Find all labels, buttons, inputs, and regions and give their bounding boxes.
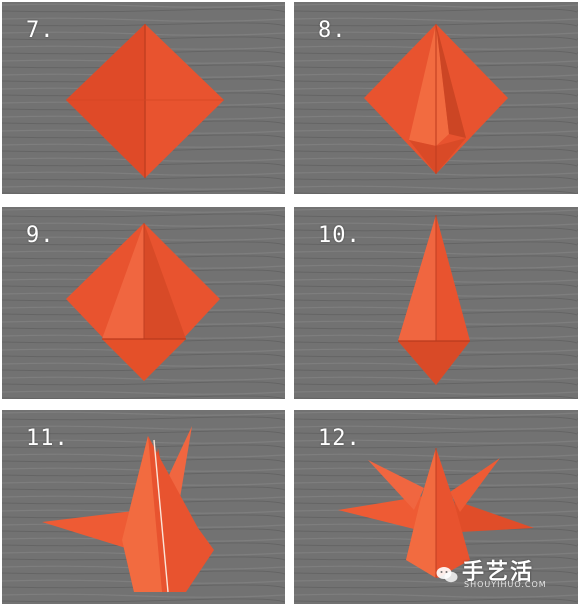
step-number: 10.	[318, 223, 361, 248]
watermark-subtitle: SHOUYIHUO.COM	[464, 580, 547, 589]
step-panel-7: 7.	[2, 2, 285, 194]
step-number: 12.	[318, 426, 361, 451]
step-panel-11: 11.	[2, 410, 285, 604]
step-number: 9.	[26, 223, 55, 248]
step-panel-9: 9.	[2, 207, 285, 399]
site-watermark: 手艺活 SHOUYIHUO.COM	[436, 554, 572, 600]
wechat-logo-icon	[436, 567, 458, 583]
origami-step-grid: 7. 8. 9. 10. 11. 12. 手艺活 SHOUYIHUO.COM	[0, 0, 580, 606]
step-number: 11.	[26, 426, 69, 451]
step-number: 7.	[26, 18, 55, 43]
step-panel-10: 10.	[294, 207, 578, 399]
step-number: 8.	[318, 18, 347, 43]
step-panel-8: 8.	[294, 2, 578, 194]
